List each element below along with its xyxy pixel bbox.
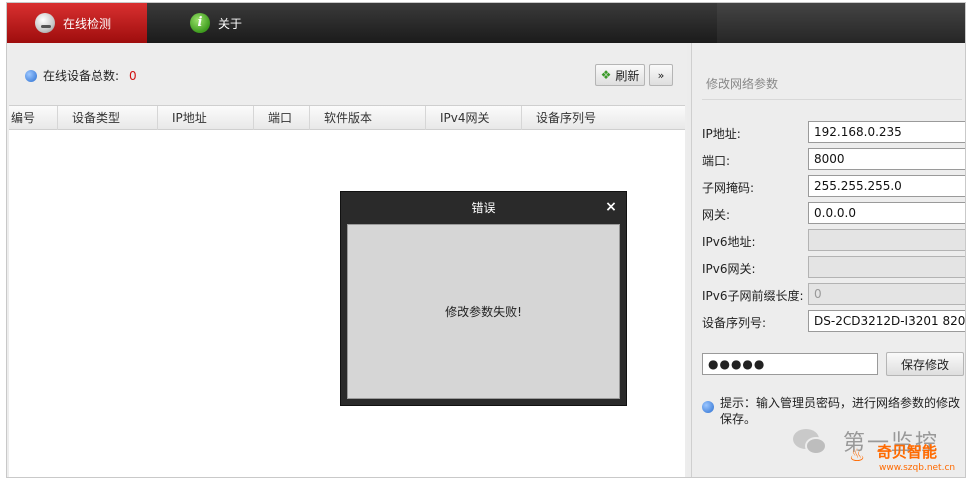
online-count-row: 在线设备总数: 0 [25,67,137,84]
error-message: 修改参数失败! [445,305,522,319]
column-header-port[interactable]: 端口 [253,106,309,130]
ipv6-prefix-label: IPv6子网前缀长度: [702,289,804,303]
column-header-device-type[interactable]: 设备类型 [57,106,157,130]
column-header-ipv4-gateway[interactable]: IPv4网关 [425,106,521,130]
divider [702,99,962,100]
ipv6-prefix-input: 0 [808,283,965,305]
port-label: 端口: [702,154,731,168]
network-panel-title: 修改网络参数 [706,77,779,91]
brand-logo-icon: ♨ [849,445,866,466]
info-bullet-icon [25,69,37,82]
port-input[interactable]: 8000 [808,148,965,170]
close-icon[interactable]: × [604,200,618,214]
refresh-button[interactable]: ❖ 刷新 [595,64,645,86]
column-header-ip[interactable]: IP地址 [157,106,253,130]
subnet-mask-input[interactable]: 255.255.255.0 [808,175,965,197]
column-header-software-version[interactable]: 软件版本 [309,106,425,130]
error-dialog-body: 修改参数失败! [347,224,620,399]
refresh-icon: ❖ [600,68,612,82]
tab-online-detect[interactable]: 在线检测 [7,3,147,43]
column-header-number[interactable]: 编号 [9,106,57,130]
error-dialog: 错误 × 修改参数失败! [340,191,627,406]
watermark-text-2: 奇贝智能 [877,443,938,461]
ipv6-gateway-input [808,256,965,278]
wechat-logo-icon [791,427,831,457]
subnet-mask-label: 子网掩码: [702,181,755,195]
refresh-label: 刷新 [615,68,640,83]
expand-panel-button[interactable]: » [649,64,673,86]
topbar-right-area [717,3,965,43]
error-dialog-title: 错误 [471,201,496,215]
sadp-window: 在线检测 i 关于 在线设备总数: 0 ❖ 刷新 » 编号 设备类型 IP地址 … [6,2,966,478]
info-bullet-icon [702,401,714,413]
info-icon: i [190,13,210,33]
tab-about[interactable]: i 关于 [182,3,282,43]
column-header-serial[interactable]: 设备序列号 [521,106,685,130]
online-count-value: 0 [129,68,137,83]
watermark: 第一监控 ♨ 奇贝智能 www.szqb.net.cn [791,423,965,477]
ipv6-address-input [808,229,965,251]
tab-online-detect-label: 在线检测 [63,16,112,31]
device-list-panel: 在线设备总数: 0 ❖ 刷新 » 编号 设备类型 IP地址 端口 软件版本 IP… [7,43,687,477]
ipv6-gateway-label: IPv6网关: [702,262,756,276]
admin-password-input[interactable]: ●●●●● [702,353,878,375]
ip-input[interactable]: 192.168.0.235 [808,121,965,143]
serial-label: 设备序列号: [702,316,767,330]
gateway-input[interactable]: 0.0.0.0 [808,202,965,224]
watermark-url: www.szqb.net.cn [879,463,956,473]
save-changes-button[interactable]: 保存修改 [886,352,964,376]
top-tab-bar: 在线检测 i 关于 [7,3,965,43]
online-count-label: 在线设备总数: [43,69,120,83]
gateway-label: 网关: [702,208,731,222]
tab-about-label: 关于 [218,16,243,31]
ip-label: IP地址: [702,127,741,141]
network-params-panel: 修改网络参数 IP地址: 192.168.0.235 端口: 8000 子网掩码… [691,43,965,477]
device-detect-icon [35,13,55,33]
ipv6-address-label: IPv6地址: [702,235,756,249]
serial-input[interactable]: DS-2CD3212D-I3201 820C [808,310,965,332]
table-header: 编号 设备类型 IP地址 端口 软件版本 IPv4网关 设备序列号 [9,106,685,130]
